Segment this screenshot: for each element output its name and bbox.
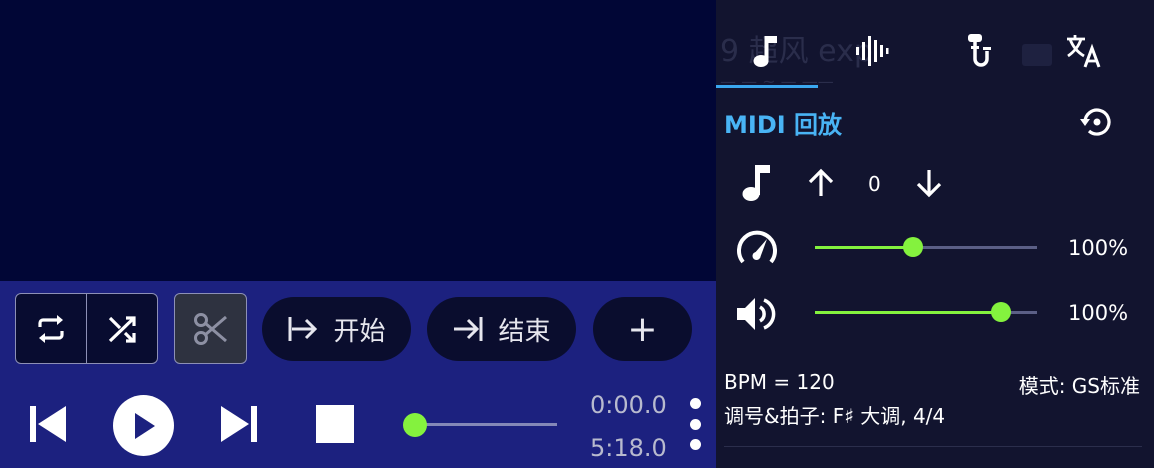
add-button[interactable]: +: [593, 297, 692, 361]
pitch-down-button[interactable]: [914, 168, 944, 198]
skip-next-icon: [219, 404, 259, 444]
play-button[interactable]: [113, 395, 174, 456]
set-end-label: 结束: [498, 316, 551, 347]
more-vertical-icon-dot: [689, 439, 701, 450]
time-current: 0:00.0: [590, 391, 667, 419]
shuffle-button[interactable]: [86, 294, 157, 363]
arrow-up-icon: [806, 168, 836, 198]
arrow-down-icon: [914, 168, 944, 198]
add-label: +: [627, 308, 658, 350]
panel-divider: [724, 446, 1142, 447]
progress-thumb[interactable]: [403, 413, 427, 437]
skip-previous-icon: [28, 404, 68, 444]
previous-button[interactable]: [27, 403, 69, 445]
set-start-label: 开始: [333, 316, 386, 347]
more-vertical-icon-dot: [689, 418, 701, 430]
play-icon: [131, 412, 157, 440]
volume-slider[interactable]: [815, 302, 1037, 322]
speed-slider-fill: [815, 246, 913, 249]
waveform-icon: [855, 35, 889, 67]
speedometer-icon: [735, 228, 779, 268]
shuffle-icon: [106, 314, 138, 344]
volume-slider-fill: [815, 311, 1002, 314]
more-vertical-icon: [689, 398, 701, 409]
volume-slider-thumb[interactable]: [991, 302, 1012, 322]
progress-track[interactable]: [415, 423, 557, 426]
reset-icon: [1079, 105, 1113, 139]
time-total: 5:18.0: [590, 434, 667, 462]
set-end-button[interactable]: 结束: [427, 297, 576, 361]
loop-shuffle-group: [15, 293, 158, 364]
more-options-button[interactable]: [688, 398, 702, 450]
scissors-icon: [193, 311, 229, 347]
tab-waveform[interactable]: [822, 20, 922, 82]
tab-midi[interactable]: [716, 20, 816, 82]
bpm-text: BPM = 120: [724, 370, 835, 394]
tab-translate[interactable]: [1034, 20, 1134, 82]
key-signature-text: 调号&拍子: F♯ 大调, 4/4: [724, 404, 946, 428]
microphone-icon: [964, 33, 992, 69]
set-end-icon: [452, 315, 484, 343]
panel-title: MIDI 回放: [724, 111, 843, 139]
translate-icon: [1066, 34, 1102, 68]
repeat-button[interactable]: [16, 294, 86, 363]
midi-panel: 9 超风 exp — — ~ — —— MIDI 回放 0 100% 100% …: [716, 0, 1154, 468]
speed-percent: 100%: [1068, 236, 1129, 260]
pitch-value: 0: [868, 172, 881, 196]
trim-button[interactable]: [174, 293, 247, 364]
stop-button[interactable]: [316, 405, 354, 443]
video-area: [0, 0, 716, 281]
mode-text: 模式: GS标准: [1018, 374, 1140, 398]
speed-slider[interactable]: [815, 237, 1037, 257]
volume-percent: 100%: [1068, 301, 1129, 325]
reset-button[interactable]: [1078, 104, 1114, 140]
next-button[interactable]: [218, 403, 260, 445]
speed-slider-thumb[interactable]: [902, 237, 923, 257]
pitch-up-button[interactable]: [806, 168, 836, 198]
repeat-icon: [34, 314, 68, 344]
active-tab-indicator: [716, 85, 818, 88]
pitch-note-icon: [742, 164, 772, 202]
set-start-icon: [287, 315, 319, 343]
music-note-icon: [753, 34, 779, 68]
control-bar: 开始 结束 + 0:00.0 5:18.0: [0, 281, 716, 468]
volume-icon: [735, 294, 777, 334]
set-start-button[interactable]: 开始: [262, 297, 411, 361]
tab-vocal[interactable]: [928, 20, 1028, 82]
